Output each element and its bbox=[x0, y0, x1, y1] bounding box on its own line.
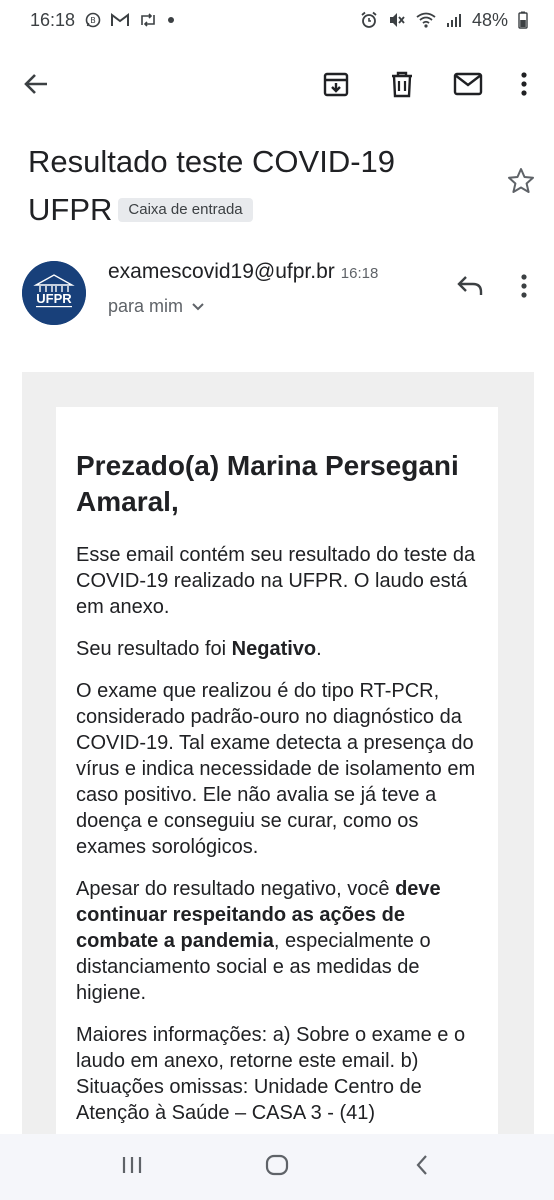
chevron-down-icon bbox=[191, 296, 205, 317]
sender-email: examescovid19@ufpr.br bbox=[108, 260, 335, 283]
battery-percent: 48% bbox=[471, 9, 508, 30]
status-bar: 16:18 B 48% bbox=[0, 0, 554, 40]
back-icon bbox=[415, 1154, 429, 1181]
result-value: Negativo bbox=[231, 638, 317, 660]
ufpr-logo: UFPR bbox=[22, 261, 86, 325]
body-paragraph-5: Maiores informações: a) Sobre o exame e … bbox=[76, 1024, 466, 1124]
delete-icon bbox=[389, 70, 415, 103]
more-vert-icon bbox=[520, 273, 528, 304]
status-bar-left: 16:18 B bbox=[30, 10, 175, 31]
reply-icon bbox=[456, 275, 484, 302]
recipient-text: para mim bbox=[108, 296, 184, 316]
back-arrow-icon bbox=[23, 71, 49, 102]
signal-icon bbox=[446, 12, 462, 28]
body-paragraph-3: O exame que realizou é do tipo RT-PCR, c… bbox=[76, 680, 476, 858]
body-paragraph-2: Seu resultado foi Negativo. bbox=[76, 636, 486, 662]
mark-unread-icon bbox=[453, 72, 483, 101]
message-more-button[interactable] bbox=[508, 268, 540, 308]
mute-icon bbox=[388, 11, 406, 29]
more-vert-icon bbox=[520, 71, 528, 102]
alarm-icon bbox=[360, 11, 378, 29]
back-button[interactable] bbox=[14, 58, 58, 114]
more-options-button[interactable] bbox=[502, 58, 546, 114]
whatsapp-icon: B bbox=[85, 12, 101, 28]
email-subject: Resultado teste COVID-19 UFPR Caixa de en… bbox=[28, 138, 478, 234]
sender-line[interactable]: examescovid19@ufpr.br 16:18 bbox=[108, 260, 378, 284]
reply-button[interactable] bbox=[450, 268, 490, 308]
battery-icon bbox=[518, 11, 528, 29]
inbox-label-chip[interactable]: Caixa de entrada bbox=[118, 198, 253, 222]
recent-apps-button[interactable] bbox=[102, 1142, 162, 1192]
avatar-text: UFPR bbox=[36, 291, 72, 306]
nav-back-button[interactable] bbox=[392, 1142, 452, 1192]
home-button[interactable] bbox=[247, 1142, 307, 1192]
result-suffix: . bbox=[316, 638, 322, 660]
body-paragraph-1: Esse email contém seu resultado do teste… bbox=[76, 544, 476, 618]
gmail-icon bbox=[111, 13, 130, 27]
star-icon bbox=[506, 168, 536, 200]
status-time: 16:18 bbox=[30, 9, 76, 30]
archive-button[interactable] bbox=[314, 58, 358, 114]
retweet-icon bbox=[139, 13, 157, 27]
archive-icon bbox=[322, 70, 350, 103]
body-paragraph-4: Apesar do resultado negativo, você deve … bbox=[76, 876, 486, 1006]
dot-icon bbox=[167, 16, 175, 24]
recent-apps-icon bbox=[121, 1155, 143, 1180]
star-button[interactable] bbox=[506, 166, 538, 198]
email-body: Prezado(a) Marina Persegani Amaral, Esse… bbox=[76, 448, 486, 1142]
wifi-icon bbox=[416, 12, 436, 28]
email-time: 16:18 bbox=[340, 265, 379, 282]
mark-unread-button[interactable] bbox=[446, 58, 490, 114]
svg-text:B: B bbox=[90, 16, 96, 25]
status-bar-right: 48% bbox=[360, 10, 528, 31]
email-toolbar bbox=[0, 58, 554, 114]
greeting-heading: Prezado(a) Marina Persegani Amaral, bbox=[76, 450, 459, 517]
recipient-details-toggle[interactable]: para mim bbox=[108, 296, 205, 317]
result-prefix: Seu resultado foi bbox=[76, 638, 232, 660]
sender-avatar[interactable]: UFPR bbox=[22, 261, 86, 325]
system-nav-bar bbox=[0, 1134, 554, 1200]
advice-prefix: Apesar do resultado negativo, você bbox=[76, 878, 396, 900]
home-icon bbox=[265, 1154, 289, 1181]
delete-button[interactable] bbox=[380, 58, 424, 114]
